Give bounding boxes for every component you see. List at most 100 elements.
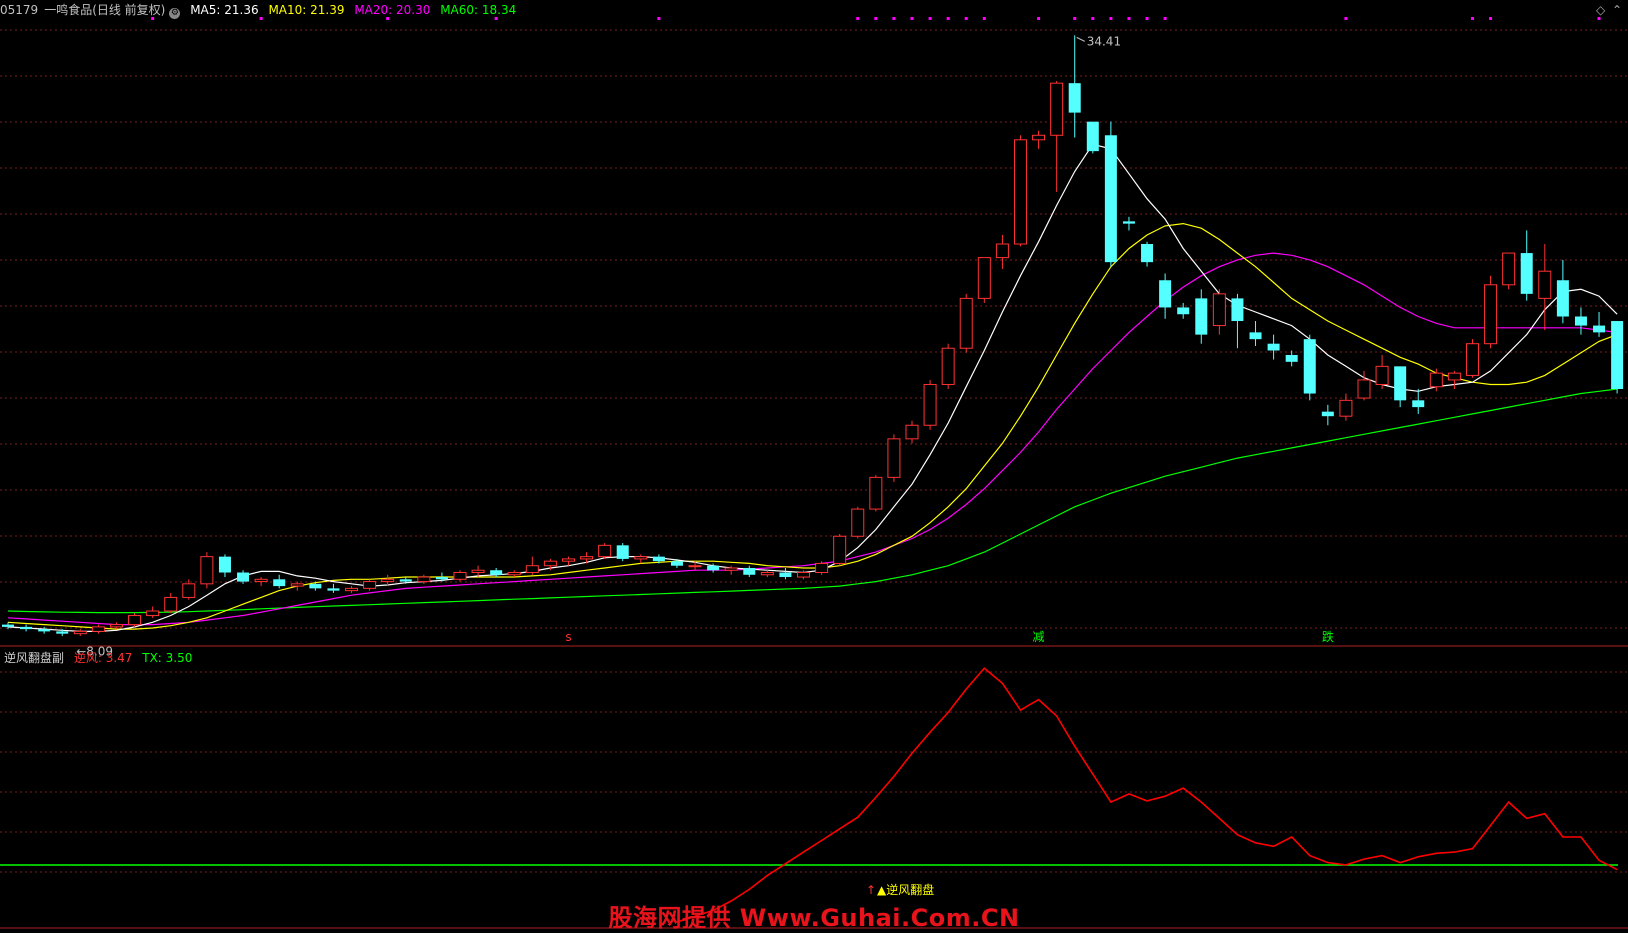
top-marker-dot bbox=[982, 17, 986, 20]
gear-icon[interactable]: ⚙ bbox=[169, 8, 181, 19]
candle-body-up bbox=[995, 243, 1009, 259]
top-marker-dot bbox=[856, 17, 860, 20]
candle-body-down bbox=[1321, 411, 1334, 417]
candle-body-up bbox=[453, 572, 467, 580]
top-marker-dot bbox=[910, 17, 914, 20]
candle-body-down bbox=[1556, 280, 1569, 317]
candle-body-up bbox=[1502, 252, 1516, 286]
ma5-line bbox=[7, 143, 1618, 633]
candle-body-up bbox=[833, 535, 847, 564]
candle-body-up bbox=[1375, 365, 1389, 385]
candle-body-down bbox=[20, 626, 33, 630]
candle-body-down bbox=[309, 583, 322, 589]
candle-body-down bbox=[1122, 221, 1135, 224]
candle-body-up bbox=[1465, 343, 1479, 376]
candle-body-down bbox=[1159, 280, 1172, 308]
candle-body-down bbox=[218, 556, 231, 573]
candle-body-down bbox=[1104, 135, 1117, 263]
ma10-value: MA10: 21.39 bbox=[268, 3, 345, 17]
candle-body-down bbox=[1593, 325, 1606, 333]
candle-body-down bbox=[1249, 332, 1262, 340]
candle-body-down bbox=[1068, 83, 1081, 113]
candle-body-up bbox=[1013, 139, 1027, 245]
candle-body-up bbox=[1339, 399, 1353, 417]
candle-body-up bbox=[561, 558, 575, 562]
candle-body-down bbox=[1394, 366, 1407, 401]
candle-body-down bbox=[399, 579, 412, 582]
candle-body-up bbox=[598, 544, 612, 558]
candle-body-up bbox=[128, 615, 142, 626]
candle-body-up bbox=[724, 567, 738, 571]
top-marker-dot bbox=[1109, 17, 1113, 20]
signal-marker: s bbox=[565, 630, 571, 644]
candle-body-up bbox=[887, 438, 901, 478]
candle-body-down bbox=[1267, 343, 1280, 351]
signal-label: ▲逆风翻盘 bbox=[877, 883, 935, 897]
candle-body-up bbox=[580, 556, 594, 560]
candle-body-up bbox=[417, 576, 431, 583]
candle-body-up bbox=[851, 508, 865, 537]
candle-body-up bbox=[905, 424, 919, 440]
ma60-value: MA60: 18.34 bbox=[440, 3, 517, 17]
high-price-label: 34.41 bbox=[1087, 34, 1121, 48]
candle-body-down bbox=[1177, 307, 1190, 315]
main-legend: 05179 一鸣食品(日线 前复权) ⚙ MA5: 21.36 MA10: 21.3… bbox=[0, 3, 522, 19]
candle-body-down bbox=[670, 561, 683, 566]
signal-marker: 减 bbox=[1033, 630, 1045, 644]
signal-marker: 跌 bbox=[1322, 629, 1334, 644]
ma20-line bbox=[7, 252, 1618, 626]
candle-body-up bbox=[73, 630, 87, 635]
top-marker-dot bbox=[657, 17, 661, 20]
candle-body-down bbox=[1285, 355, 1298, 362]
nifeng-value: 逆风: 3.47 bbox=[73, 651, 133, 665]
indicator-legend: 逆风翻盘副 逆风: 3.47 TX: 3.50 bbox=[4, 651, 198, 665]
scroll-up-icon[interactable]: ⌃ bbox=[1612, 3, 1622, 17]
top-marker-dot bbox=[1145, 17, 1149, 20]
top-marker-dot bbox=[1073, 17, 1077, 20]
top-marker-dot bbox=[1091, 17, 1095, 20]
watermark: 股海网提供 Www.Guhai.Com.CN bbox=[608, 904, 1020, 932]
candle-body-up bbox=[977, 257, 991, 299]
nifeng-line bbox=[676, 667, 1618, 923]
candle-body-down bbox=[1611, 321, 1624, 390]
candle-body-up bbox=[1032, 134, 1046, 141]
candle-body-up bbox=[1357, 379, 1371, 399]
signal-arrow-icon: ↑ bbox=[866, 883, 877, 897]
candle-body-up bbox=[182, 583, 196, 598]
tx-value: TX: 3.50 bbox=[142, 651, 193, 665]
candle-body-down bbox=[1195, 298, 1208, 335]
candle-body-up bbox=[525, 565, 539, 574]
candle-body-up bbox=[345, 587, 359, 592]
candle-body-down bbox=[1141, 244, 1154, 263]
candle-body-down bbox=[1574, 316, 1587, 326]
top-marker-dot bbox=[892, 17, 896, 20]
candle-body-up bbox=[1447, 372, 1461, 381]
candle-body-up bbox=[363, 581, 377, 589]
candle-body-down bbox=[435, 577, 448, 580]
candle-body-up bbox=[1429, 372, 1443, 388]
candle-body-up bbox=[1050, 82, 1064, 136]
candle-body-up bbox=[109, 624, 123, 628]
candle-body-up bbox=[254, 578, 268, 583]
diamond-icon[interactable]: ◇ bbox=[1596, 3, 1605, 17]
ma60-line bbox=[7, 388, 1618, 614]
candle-body-up bbox=[959, 297, 973, 349]
candle-body-up bbox=[543, 560, 557, 567]
top-marker-dot bbox=[1597, 17, 1601, 20]
indicator-title[interactable]: 逆风翻盘副 bbox=[4, 651, 64, 665]
stock-chart-app: 34.41 ←8.09 s 减跌 05179 一鸣食品(日线 前复权) ⚙ MA5: 21… bbox=[0, 0, 1628, 932]
candle-body-down bbox=[616, 545, 629, 559]
candle-body-up bbox=[1538, 270, 1552, 299]
candle-body-up bbox=[290, 583, 304, 587]
candle-body-down bbox=[1303, 339, 1316, 394]
candle-body-down bbox=[327, 588, 340, 591]
candle-body-up bbox=[923, 383, 937, 426]
top-marker-dot bbox=[874, 17, 878, 20]
chart-canvas[interactable]: 34.41←8.09s 减跌 bbox=[0, 0, 1628, 930]
top-marker-dot bbox=[946, 17, 950, 20]
ma10-line bbox=[7, 222, 1618, 630]
candle-body-up bbox=[869, 476, 883, 510]
candle-body-down bbox=[707, 565, 720, 571]
top-marker-dot bbox=[928, 17, 932, 20]
candle-body-up bbox=[164, 596, 178, 612]
